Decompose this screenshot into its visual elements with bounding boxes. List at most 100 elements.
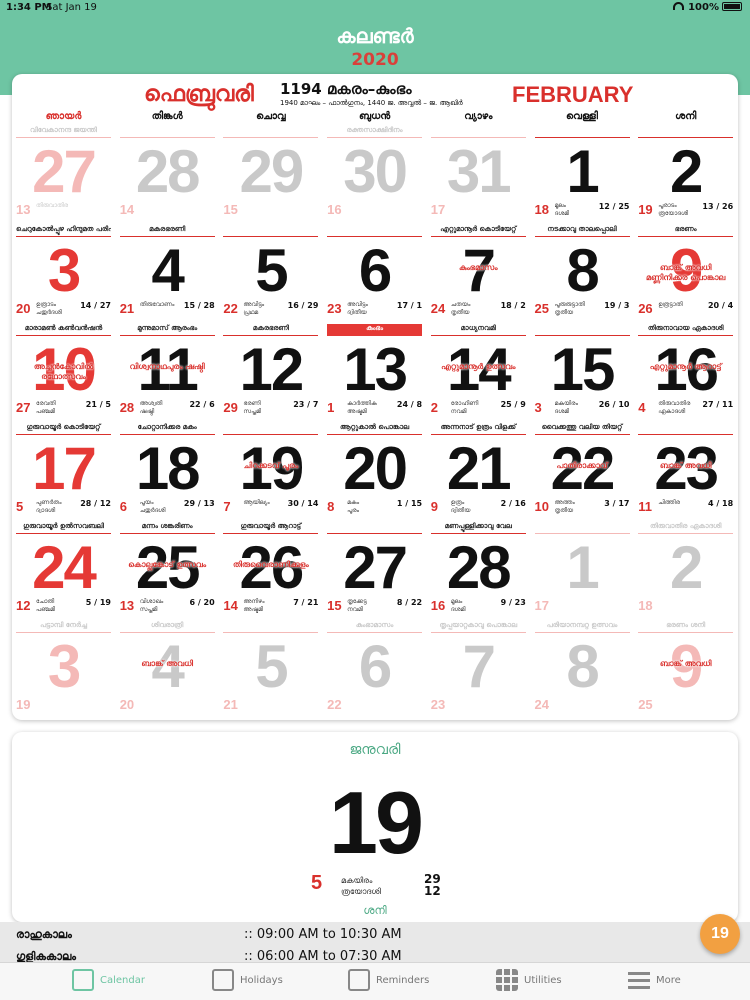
tab-label: Holidays [240, 975, 283, 986]
day-other-dates: 28 / 12 [80, 499, 111, 508]
day-info [36, 697, 111, 715]
day-info: രോഹിണി നവമി 25 / 9 [451, 400, 526, 418]
day-tithi: തൃതീയ [554, 507, 574, 514]
day-tithi: പ്രഥമ [243, 309, 259, 316]
calendar-grid: വിവേകാനന്ദ ജയന്തി 27 13 തിരുവാതിര 28 14 29 15 രക… [12, 124, 738, 720]
day-info: ഉത്രാടം ചതുർദശി 14 / 27 [36, 301, 111, 319]
calendar-day-cell[interactable]: 5 21 [219, 619, 322, 718]
calendar-day-cell[interactable]: അന്നനാട് ഉത്രം വിളക്ക് 21 9 ഉത്രം ദ്വിതീയ 2 /… [427, 421, 530, 520]
status-right: 100% [673, 2, 742, 13]
malayalam-day: 20 [119, 697, 135, 712]
day-festival: ബാങ്ക് അവധി [659, 461, 712, 470]
calendar-day-cell[interactable]: മാധ്യനവമി 14 എറ്റുമാനൂർ ഉത്സവം 2 രോഹിണി നവമി 2… [427, 322, 530, 421]
calendar-day-cell[interactable]: 1 17 [531, 520, 634, 619]
calendar-day-cell[interactable]: 27 15 തൃക്കേട്ട നവമി 8 / 22 [323, 520, 426, 619]
day-info: വിശാഖം സപ്തമി 6 / 20 [140, 598, 215, 616]
calendar-day-cell[interactable]: 5 22 അവിട്ടം പ്രഥമ 16 / 29 [219, 223, 322, 322]
day-tithi: പഞ്ചമി [36, 606, 55, 613]
calendar-day-cell[interactable]: എറ്റുമാനൂർ കൊടിയേറ്റ് 7 കുംഭമാസം 24 ചതയം തൃതീ… [427, 223, 530, 322]
day-number: 20 [343, 435, 408, 502]
malayalam-day: 25 [638, 697, 653, 712]
day-info: അനിഴം അഷ്ടമി 7 / 21 [243, 598, 318, 616]
day-tithi: ഏകാദശി [658, 408, 686, 415]
calendar-day-cell[interactable]: തൃപ്പയാറ്റകാവു പൊങ്കാല 7 23 [427, 619, 530, 718]
day-other-dates: 25 / 9 [500, 400, 526, 409]
era-subtitle: 1940 മാഘം – ഫാൽഗുനം, 1440 ജ. അവ്വൽ – ജ. … [280, 99, 463, 107]
day-info: ഭരണി സപ്തമി 23 / 7 [243, 400, 318, 418]
calendar-day-cell[interactable]: പരിയാനമ്പറ്റ ഉത്സവം 8 24 [531, 619, 634, 718]
weekday-header: തിങ്കൾ [151, 111, 183, 122]
malayalam-day: 29 [223, 400, 238, 415]
calendar-day-cell[interactable]: പട്ടാമ്പി നേർച്ച 3 19 [12, 619, 115, 718]
calendar-day-cell[interactable]: ഗുരുവായൂർ കൊടിയേറ്റ് 17 5 പുണർതം ദ്വാദശി 28 /… [12, 421, 115, 520]
calendar-day-cell[interactable]: നടക്കാവു താലപ്പൊലി 8 25 പൂരുരുട്ടാതി തൃതീയ 19… [531, 223, 634, 322]
calendar-day-cell[interactable]: ആറ്റുകാൽ പൊങ്കാല 20 8 മകം പൂരം 1 / 15 [323, 421, 426, 520]
calendar-day-cell[interactable]: ഭരണം 9 ബാങ്ക് അവധി മണ്ണിനിക്കര പൊങ്കാല 26 ഉത… [634, 223, 737, 322]
calendar-day-cell[interactable]: വൈക്കത്തു വലിയ തിയറ്റ് 22 പാതിരാക്കാവ് 10 അത… [531, 421, 634, 520]
calendar-day-cell[interactable]: 2 19 പൂരാടം ത്രയോദശി 13 / 26 [634, 124, 737, 223]
calendar-day-cell[interactable]: 19 ചിറക്കടവ് പൂരം 7 ആയില്യം 30 / 14 [219, 421, 322, 520]
day-info: കാർത്തിക അഷ്ടമി 24 / 8 [347, 400, 422, 418]
day-festival: ബാങ്ക് അവധി [141, 659, 193, 668]
day-other-dates: 7 / 21 [293, 598, 319, 607]
calendar-day-cell[interactable]: 29 15 [219, 124, 322, 223]
malayalam-day: 4 [638, 400, 646, 415]
day-info [658, 598, 733, 616]
calendar-icon [72, 969, 94, 991]
day-other-dates: 12 / 25 [598, 202, 630, 211]
day-info: ഉത്രം ദ്വിതീയ 2 / 16 [451, 499, 526, 517]
day-number: 7 [462, 633, 496, 700]
calendar-day-cell[interactable]: ചെറുകോൽപ്പുഴ ഹിന്ദുമത പരിഷത്ത്320ഉത്രാടം… [12, 223, 115, 322]
calendar-day-cell[interactable]: മുന്നുമാസ് ആരംഭം 11 വിശ്വനാഥപുരം ഷഷ്ഠി 28 അശ… [116, 322, 219, 421]
calendar-day-cell[interactable]: കുംഭം 13 1 കാർത്തിക അഷ്ടമി 24 / 8 [323, 322, 426, 421]
tab-label: Reminders [376, 975, 430, 986]
calendar-day-cell[interactable]: 6 23 അവിട്ടം ദ്വിതീയ 17 / 1 [323, 223, 426, 322]
today-fab-button[interactable]: 19 [700, 914, 740, 954]
today-other-dates: 29 12 [424, 873, 441, 897]
app-year[interactable]: 2020 [0, 50, 750, 70]
calendar-day-cell[interactable]: മാരാമൺ കൺവൻഷൻ 10 അച്ചൻകോവിൽ രഥോത്സവം 27 രേവത… [12, 322, 115, 421]
malayalam-day: 11 [638, 499, 652, 514]
day-tithi: ദശമി [554, 210, 570, 217]
calendar-day-cell[interactable]: ചോറ്റാനിക്കര മകം 18 6 പൂയം ചതുർദശി 29 / 13 [116, 421, 219, 520]
calendar-day-cell[interactable]: ഗുരുവായൂർ ഉൽസവബലി 24 12 ചോതി പഞ്ചമി 5 / 19 [12, 520, 115, 619]
calendar-day-cell[interactable]: മണപ്പുള്ളിക്കാവു വേല 28 16 മൂലം ദശമി 9 / 23 [427, 520, 530, 619]
day-other-dates: 22 / 6 [189, 400, 215, 409]
day-number: 13 [343, 336, 408, 403]
calendar-day-cell[interactable]: രക്തസാക്ഷിദിനം 30 16 [323, 124, 426, 223]
malayalam-month-title: ഫെബ്രുവരി [144, 82, 254, 107]
malayalam-day: 12 [16, 598, 31, 613]
day-info: ചതയം തൃതീയ 18 / 2 [451, 301, 526, 319]
day-tithi: നവമി [450, 408, 467, 415]
calendar-day-cell[interactable]: 15 3 മകയിരം ദശമി 26 / 10 [531, 322, 634, 421]
calendar-day-cell[interactable]: ഗുരുവായൂർ ആറാട്ട് 26 തിരുവൈരാണിക്കുളം 14 അനി… [219, 520, 322, 619]
day-info [243, 202, 318, 220]
day-number: 18 [135, 435, 201, 502]
malayalam-day: 23 [430, 697, 446, 712]
day-other-dates: 2 / 16 [500, 499, 526, 508]
calendar-day-cell[interactable]: 1 18 മൂലം ദശമി 12 / 25 [531, 124, 634, 223]
day-number: 29 [239, 138, 305, 205]
calendar-day-cell[interactable]: തിരുവാതിര ഏകാദശി 2 18 [634, 520, 737, 619]
calendar-day-cell[interactable]: തിരുനാവായ ഏകാദശി 16 എറ്റുമാനൂർ ആറാട്ട് 4 തിര… [634, 322, 737, 421]
calendar-day-cell[interactable]: ശിവരാത്രി 4 ബാങ്ക് അവധി 20 [116, 619, 219, 718]
calendar-day-cell[interactable]: 28 14 [116, 124, 219, 223]
calendar-day-cell[interactable]: ഭരണം ശനി 9 ബാങ്ക് അവധി 25 [634, 619, 737, 718]
day-info: മകം പൂരം 1 / 15 [347, 499, 422, 517]
calendar-day-cell[interactable]: കുംഭാമാസം 6 22 [323, 619, 426, 718]
tab-label: Utilities [524, 975, 562, 986]
day-info [555, 598, 630, 616]
calendar-day-cell[interactable]: വിവേകാനന്ദ ജയന്തി 27 13 തിരുവാതിര [12, 124, 115, 223]
tab-label: Calendar [100, 975, 145, 986]
calendar-day-cell[interactable]: 23 ബാങ്ക് അവധി 11 ചിത്തിര 4 / 18 [634, 421, 737, 520]
day-other-dates: 15 / 28 [183, 301, 215, 310]
day-other-dates: 14 / 27 [80, 301, 111, 310]
today-other-date-2: 12 [424, 884, 441, 898]
calendar-day-cell[interactable]: മകരഭരണി 4 21 തിരുവോണം 15 / 28 [116, 223, 219, 322]
today-star-info: മകയിരം ത്രയോദശി [341, 875, 381, 897]
calendar-day-cell[interactable]: മകരഭരണി 12 29 ഭരണി സപ്തമി 23 / 7 [219, 322, 322, 421]
malayalam-day: 20 [16, 301, 31, 316]
day-info: ആയില്യം 30 / 14 [243, 499, 318, 517]
calendar-day-cell[interactable]: മന്നം ശങ്കരിണം 25 കൊല്ലങ്കോട് ഉത്സവം 13 വിശാ… [116, 520, 219, 619]
calendar-day-cell[interactable]: 31 17 [427, 124, 530, 223]
